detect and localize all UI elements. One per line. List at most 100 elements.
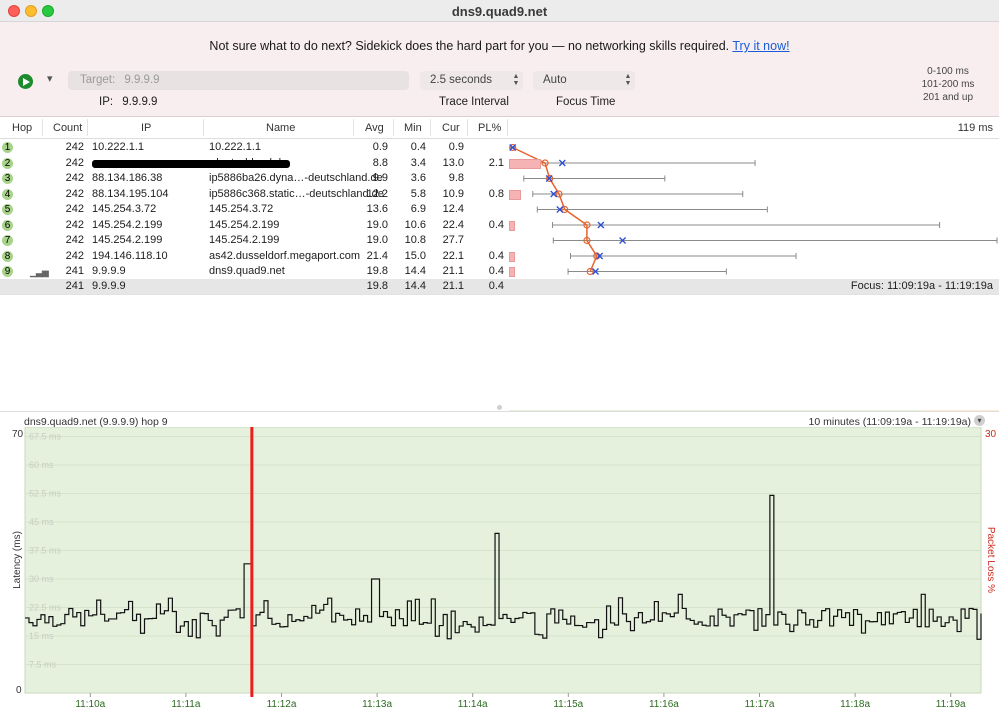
hop-pl: 0.4 — [488, 265, 504, 277]
hop-count: 242 — [65, 187, 84, 200]
summary-count: 241 — [65, 280, 84, 292]
col-min[interactable]: Min — [404, 122, 422, 134]
window-title: dns9.quad9.net — [451, 4, 548, 19]
packet-loss-bar — [509, 189, 521, 200]
hop-min: 10.8 — [404, 234, 426, 246]
x-tick-label: 11:19a — [936, 699, 966, 710]
hop-ip: 194.146.118.10 — [92, 249, 168, 262]
legend-101-200: 101-200 ms — [921, 79, 975, 90]
trace-interval-field[interactable]: 2.5 seconds ▲ ▼ — [420, 71, 523, 90]
table-row[interactable]: 1 242 10.222.1.1 10.222.1.1 0.9 0.4 0.9 — [0, 140, 999, 156]
packet-loss-bar — [509, 158, 541, 169]
x-tick-label: 11:15a — [553, 699, 583, 710]
hop-ip: 88.134.186.38 — [92, 172, 163, 184]
hop-avg: 19.0 — [366, 218, 388, 231]
try-it-now-link[interactable]: Try it now! — [732, 39, 789, 53]
hop-cur: 22.4 — [442, 218, 464, 231]
start-trace-button[interactable] — [18, 74, 33, 89]
hop-pl: 2.1 — [488, 156, 504, 169]
toolbar: Not sure what to do next? Sidekick does … — [0, 22, 999, 117]
target-input[interactable]: Target: 9.9.9.9 — [68, 71, 409, 90]
summary-ip: 9.9.9.9 — [92, 280, 126, 292]
packet-loss-bar — [509, 267, 515, 277]
hop-avg: 9.9 — [372, 172, 388, 184]
chevron-down-icon[interactable]: ▾ — [974, 415, 985, 426]
hop-hop: 8 — [2, 250, 13, 262]
trace-interval-value: 2.5 seconds — [430, 74, 493, 86]
summary-pl: 0.4 — [488, 280, 504, 292]
hop-cur: 13.0 — [442, 156, 464, 169]
table-row[interactable]: 8 242 194.146.118.10 as42.dusseldorf.megapo… — [0, 249, 999, 265]
table-row[interactable]: 7 242 145.254.2.199 145.254.2.199 19.0 10.8 27… — [0, 233, 999, 249]
hop-count: 242 — [65, 218, 84, 231]
chevron-down-icon[interactable]: ▾ — [47, 72, 53, 85]
col-ip[interactable]: IP — [141, 122, 151, 134]
focus-time-field[interactable]: Auto ▲ ▼ — [533, 71, 635, 90]
table-row[interactable]: 5 242 145.254.3.72 145.254.3.72 13.6 6.9 12.4 — [0, 202, 999, 218]
hop-name: 10.222.1.1 — [209, 141, 261, 153]
hop-table-header: Hop Count IP Name Avg Min Cur PL% 119 ms — [0, 117, 999, 139]
hop-name: as42.dusseldorf.megaport.com — [209, 249, 361, 262]
hop-count: 242 — [65, 249, 84, 262]
hop-cur: 10.9 — [442, 187, 464, 200]
plot-background — [24, 427, 982, 694]
hop-cur: 22.1 — [442, 249, 464, 262]
col-cur[interactable]: Cur — [442, 122, 460, 134]
focus-range-label: Focus: 11:09:19a - 11:19:19a — [850, 280, 993, 292]
hop-avg: 19.0 — [366, 234, 388, 246]
table-row[interactable]: 2242-deutschland.de8.83.413.02.1 — [0, 156, 999, 172]
y-grid-label: 15 ms — [29, 631, 54, 641]
col-hop[interactable]: Hop — [12, 122, 32, 134]
hop-ip: 88.134.195.104 — [92, 187, 169, 200]
graph-max-label: 119 ms — [957, 122, 993, 134]
hop-pl: 0.8 — [488, 187, 504, 200]
hop-count: 242 — [65, 141, 84, 153]
trace-interval-label: Trace Interval — [439, 96, 509, 108]
x-tick-label: 11:11a — [171, 699, 201, 710]
promo-text: Not sure what to do next? Sidekick does … — [209, 39, 730, 53]
col-name[interactable]: Name — [266, 122, 295, 134]
hop-name: 145.254.3.72 — [209, 203, 274, 215]
col-avg[interactable]: Avg — [365, 122, 384, 134]
table-row[interactable]: 6 242 145.254.2.199 145.254.2.199 19.0 10.6 22… — [0, 218, 999, 234]
stepper-icon[interactable]: ▲ ▼ — [623, 73, 633, 88]
table-row[interactable]: 4 242 88.134.195.104 ip5886c368.static…-deu… — [0, 187, 999, 203]
hop-pl: 0.4 — [488, 249, 504, 262]
title-bar: dns9.quad9.net — [0, 0, 999, 22]
y-grid-label: 7.5 ms — [29, 660, 57, 670]
hop-avg: 8.8 — [372, 156, 388, 169]
hop-ip: 145.254.2.199 — [92, 218, 163, 231]
col-count[interactable]: Count — [53, 122, 82, 134]
summary-cur: 21.1 — [442, 280, 464, 292]
redaction-bar — [92, 159, 290, 168]
bar-chart-icon[interactable]: ▁▃▅ — [30, 267, 49, 278]
hop-name: 145.254.2.199 — [209, 234, 280, 246]
hop-min: 0.4 — [410, 141, 426, 153]
col-pl[interactable]: PL% — [478, 122, 501, 134]
hop-min: 5.8 — [410, 187, 426, 200]
hop-count: 242 — [65, 234, 84, 246]
focus-time-value: Auto — [543, 74, 567, 86]
stepper-icon[interactable]: ▲ ▼ — [511, 73, 521, 88]
packet-loss-bar — [509, 220, 515, 231]
y-grid-label: 37.5 ms — [29, 546, 62, 556]
hop-count: 242 — [65, 156, 84, 169]
hop-name: dns9.quad9.net — [209, 265, 285, 277]
table-row[interactable]: 3 242 88.134.186.38 ip5886ba26.dyna…-deutsc… — [0, 171, 999, 187]
x-tick-label: 11:17a — [745, 699, 775, 710]
ip-display: IP: 9.9.9.9 — [99, 96, 157, 108]
pane-splitter-handle[interactable] — [497, 405, 502, 410]
hop-hop: 4 — [2, 188, 13, 200]
table-row[interactable]: 9 241 9.9.9.9 dns9.quad9.net 19.8 14.4 21.1 0.4… — [0, 264, 999, 280]
hop-cur: 9.8 — [448, 172, 464, 184]
hop-avg: 12.2 — [366, 187, 388, 200]
hop-pl: 0.4 — [488, 218, 504, 231]
target-value: 9.9.9.9 — [124, 74, 160, 86]
legend-201-up: 201 and up — [922, 92, 974, 103]
hop-cur: 21.1 — [442, 265, 464, 277]
y2-axis-label: Packet Loss % — [985, 527, 996, 593]
hop-ip: 10.222.1.1 — [92, 141, 144, 153]
target-label: Target: — [80, 74, 116, 86]
hop-ip: 145.254.2.199 — [92, 234, 163, 246]
x-tick-label: 11:14a — [458, 699, 488, 710]
